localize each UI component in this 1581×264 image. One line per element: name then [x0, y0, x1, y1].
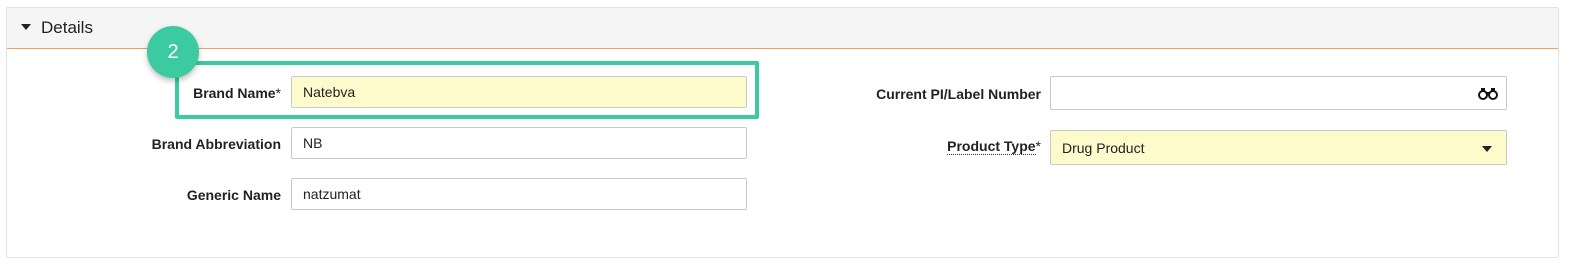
product-type-select[interactable]: Drug Product: [1050, 130, 1507, 165]
product-type-value: Drug Product: [1062, 139, 1145, 156]
caret-down-icon[interactable]: [21, 24, 31, 30]
generic-name-label: Generic Name: [186, 187, 281, 203]
brand-abbreviation-label: Brand Abbreviation: [151, 136, 281, 152]
panel-title: Details: [41, 18, 93, 37]
brand-abbreviation-input[interactable]: NB: [291, 127, 747, 159]
generic-name-input[interactable]: natzumat: [291, 178, 747, 210]
step-highlight-box: [175, 61, 759, 119]
brand-abbreviation-value: NB: [303, 135, 323, 151]
current-pi-label-number-input[interactable]: [1050, 76, 1507, 110]
panel-header[interactable]: Details: [7, 8, 1558, 49]
generic-name-value: natzumat: [303, 186, 361, 202]
step-number-badge: 2: [147, 26, 199, 78]
current-pi-label-number-label: Current PI/Label Number: [876, 86, 1041, 102]
product-type-label: Product Type*: [947, 138, 1041, 155]
binoculars-icon[interactable]: [1478, 86, 1498, 100]
dropdown-caret-icon[interactable]: [1482, 146, 1492, 152]
